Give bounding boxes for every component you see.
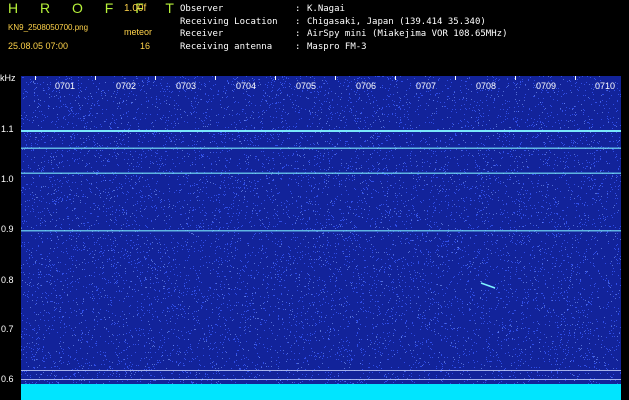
file-name: KN9_2508050700.png [8, 23, 89, 32]
header-panel: H R O F F T 1.00f KN9_2508050700.png met… [0, 0, 629, 76]
time-tick [575, 76, 576, 80]
info-key: Receiving Location [180, 16, 278, 27]
spectrogram-canvas [21, 76, 621, 400]
time-label: 0709 [536, 81, 557, 91]
info-row-antenna: Receiving antenna: Maspro FM-3 [180, 41, 367, 52]
freq-unit-label: kHz [0, 73, 16, 83]
time-tick [155, 76, 156, 80]
freq-label: 0.7 [1, 324, 14, 334]
time-tick [35, 76, 36, 80]
time-tick [215, 76, 216, 80]
freq-label: 0.6 [1, 374, 14, 384]
info-value: AirSpy mini (Miakejima VOR 108.65MHz) [307, 29, 508, 39]
reference-line [21, 370, 621, 371]
app-logo: H R O F F T [8, 0, 183, 16]
carrier-line [21, 147, 621, 149]
info-row-location: Receiving Location: Chigasaki, Japan (139… [180, 16, 486, 27]
app-version: 1.00f [124, 3, 147, 14]
freq-label: 1.1 [1, 124, 14, 134]
carrier-line [21, 230, 621, 232]
station-info: Observer: K.Nagai Receiving Location: Chig… [180, 3, 507, 53]
info-value: Chigasaki, Japan (139.414 35.340) [307, 16, 486, 27]
time-label: 0707 [416, 81, 437, 91]
carrier-line [21, 172, 621, 174]
info-key: Receiving antenna [180, 41, 273, 52]
time-label: 0701 [55, 81, 76, 91]
info-key: Observer [180, 4, 224, 14]
time-label: 0703 [176, 81, 197, 91]
time-label: 0708 [476, 81, 497, 91]
freq-label: 1.0 [1, 174, 14, 184]
time-label: 0705 [296, 81, 317, 91]
time-tick [515, 76, 516, 80]
time-label: 0710 [595, 81, 616, 91]
time-tick [275, 76, 276, 80]
info-value: Maspro FM-3 [307, 41, 367, 52]
carrier-line [21, 130, 621, 132]
meteor-count: 16 [140, 41, 151, 51]
meteor-label: meteor [124, 27, 153, 37]
time-tick [335, 76, 336, 80]
time-tick [95, 76, 96, 80]
freq-label: 0.9 [1, 224, 14, 234]
info-value: K.Nagai [307, 4, 345, 14]
spectrogram-plot [21, 76, 621, 400]
bottom-band [21, 384, 621, 400]
time-tick [455, 76, 456, 80]
time-label: 0706 [356, 81, 377, 91]
time-label: 0704 [236, 81, 257, 91]
reference-line [21, 379, 621, 380]
freq-label: 0.8 [1, 275, 14, 285]
time-tick [395, 76, 396, 80]
info-row-receiver: Receiver: AirSpy mini (Miakejima VOR 108.… [180, 29, 508, 39]
date-time: 25.08.05 07:00 [8, 41, 69, 51]
time-label: 0702 [116, 81, 137, 91]
info-row-observer: Observer: K.Nagai [180, 4, 345, 14]
info-key: Receiver [180, 29, 224, 39]
